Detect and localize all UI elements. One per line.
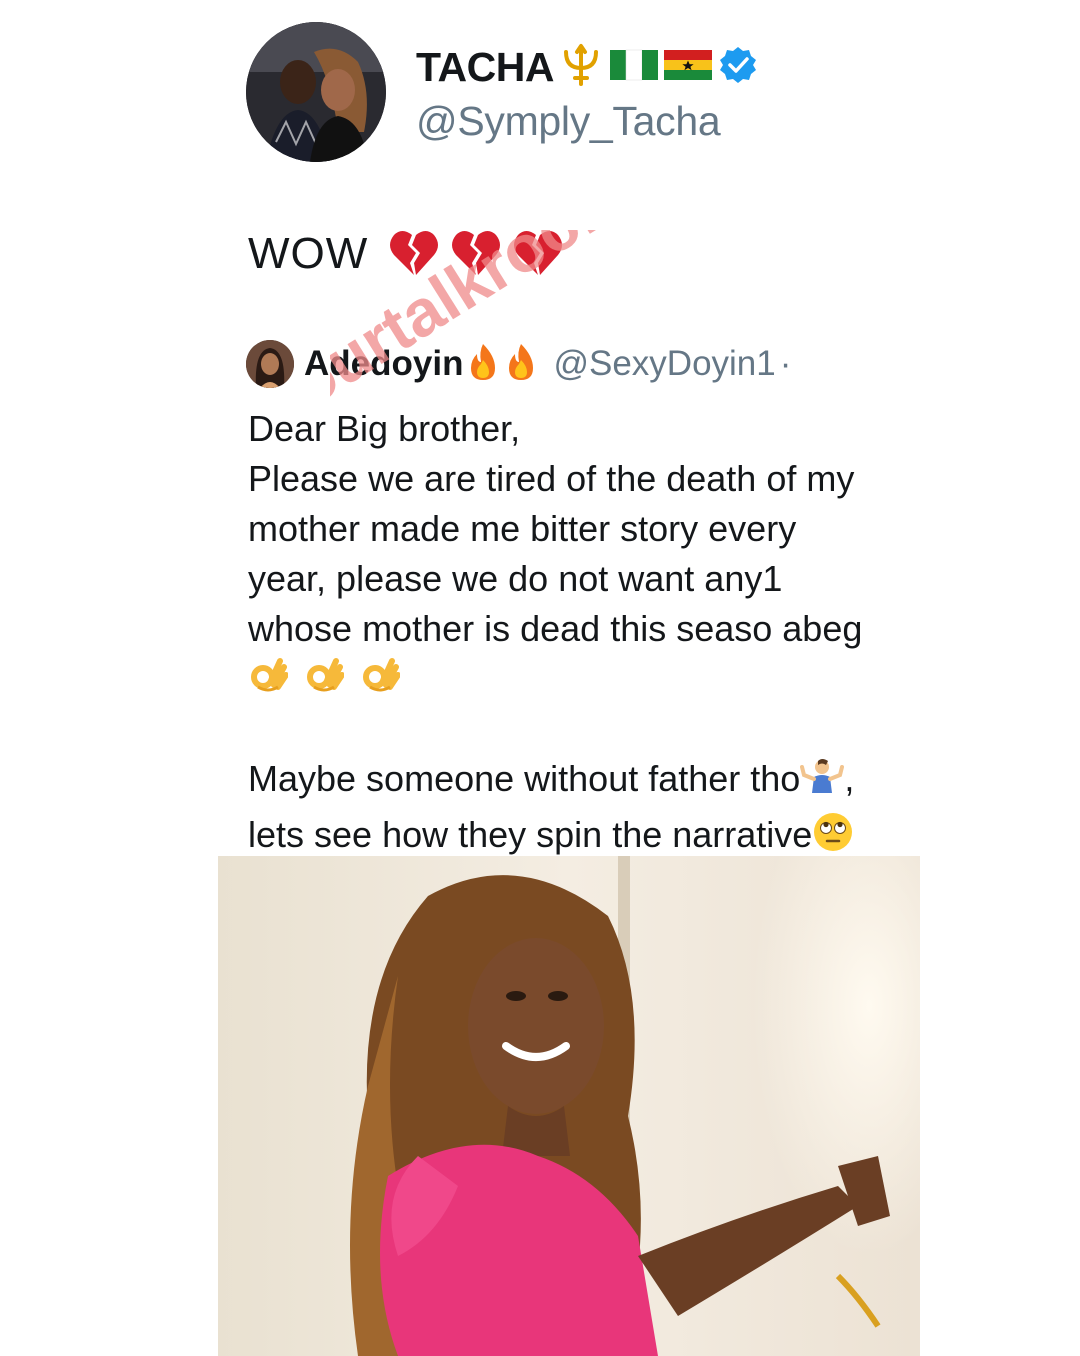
ghana-flag-icon bbox=[663, 48, 712, 87]
trident-icon bbox=[558, 42, 604, 93]
quoted-tweet-body: Dear Big brother, Please we are tired of… bbox=[248, 404, 968, 866]
quoted-line: year, please we do not want any1 bbox=[248, 558, 783, 599]
comment-emoji-group bbox=[388, 227, 564, 282]
fire-icon bbox=[465, 342, 501, 387]
man-shrugging-icon bbox=[800, 757, 845, 810]
author-handle[interactable]: @Symply_Tacha bbox=[416, 98, 758, 145]
ok-hand-icon bbox=[248, 653, 289, 706]
tweet-header: TACHA @Symply_Tacha bbox=[246, 22, 886, 162]
quoted-line: Maybe someone without father tho, bbox=[248, 754, 968, 810]
quoted-author-handle[interactable]: @SexyDoyin1 bbox=[553, 344, 775, 384]
attached-photo[interactable] bbox=[218, 856, 920, 1356]
quoted-line-text: lets see how they spin the narrative bbox=[248, 814, 813, 855]
quoted-author-display-name[interactable]: Adedoyin bbox=[304, 344, 463, 384]
broken-heart-icon bbox=[450, 227, 502, 282]
author-name-emoji bbox=[558, 42, 758, 93]
quoted-line: whose mother is dead this seaso abeg bbox=[248, 608, 863, 649]
quoted-line: Dear Big brother, bbox=[248, 408, 521, 449]
quoted-tweet-header[interactable]: Adedoyin @SexyDoyin1 · bbox=[246, 340, 791, 388]
verified-badge-icon bbox=[718, 45, 758, 90]
tweet-comment: WOW bbox=[248, 222, 564, 286]
broken-heart-icon bbox=[512, 227, 564, 282]
fire-icon bbox=[503, 342, 539, 387]
meta-separator: · bbox=[779, 344, 792, 383]
author-identity: TACHA @Symply_Tacha bbox=[416, 40, 758, 145]
nigeria-flag-icon bbox=[609, 48, 658, 87]
quoted-line-suffix: , bbox=[844, 758, 855, 799]
author-name-row: TACHA bbox=[416, 40, 758, 96]
quoted-author-name-emoji bbox=[465, 342, 539, 387]
comment-text: WOW bbox=[248, 229, 369, 278]
author-avatar[interactable] bbox=[246, 22, 386, 162]
ok-emoji-group bbox=[248, 654, 968, 704]
ok-hand-icon bbox=[360, 653, 401, 706]
quoted-author-avatar[interactable] bbox=[246, 340, 294, 388]
quoted-line: Please we are tired of the death of my bbox=[248, 458, 855, 499]
screenshot-page: TACHA @Symply_Tacha WOW Adedoyin @SexyDo… bbox=[0, 0, 1080, 1356]
quoted-line-text: Maybe someone without father tho bbox=[248, 758, 801, 799]
quoted-line: mother made me bitter story every bbox=[248, 508, 797, 549]
broken-heart-icon bbox=[388, 227, 440, 282]
ok-hand-icon bbox=[304, 653, 345, 706]
author-display-name[interactable]: TACHA bbox=[416, 44, 554, 91]
